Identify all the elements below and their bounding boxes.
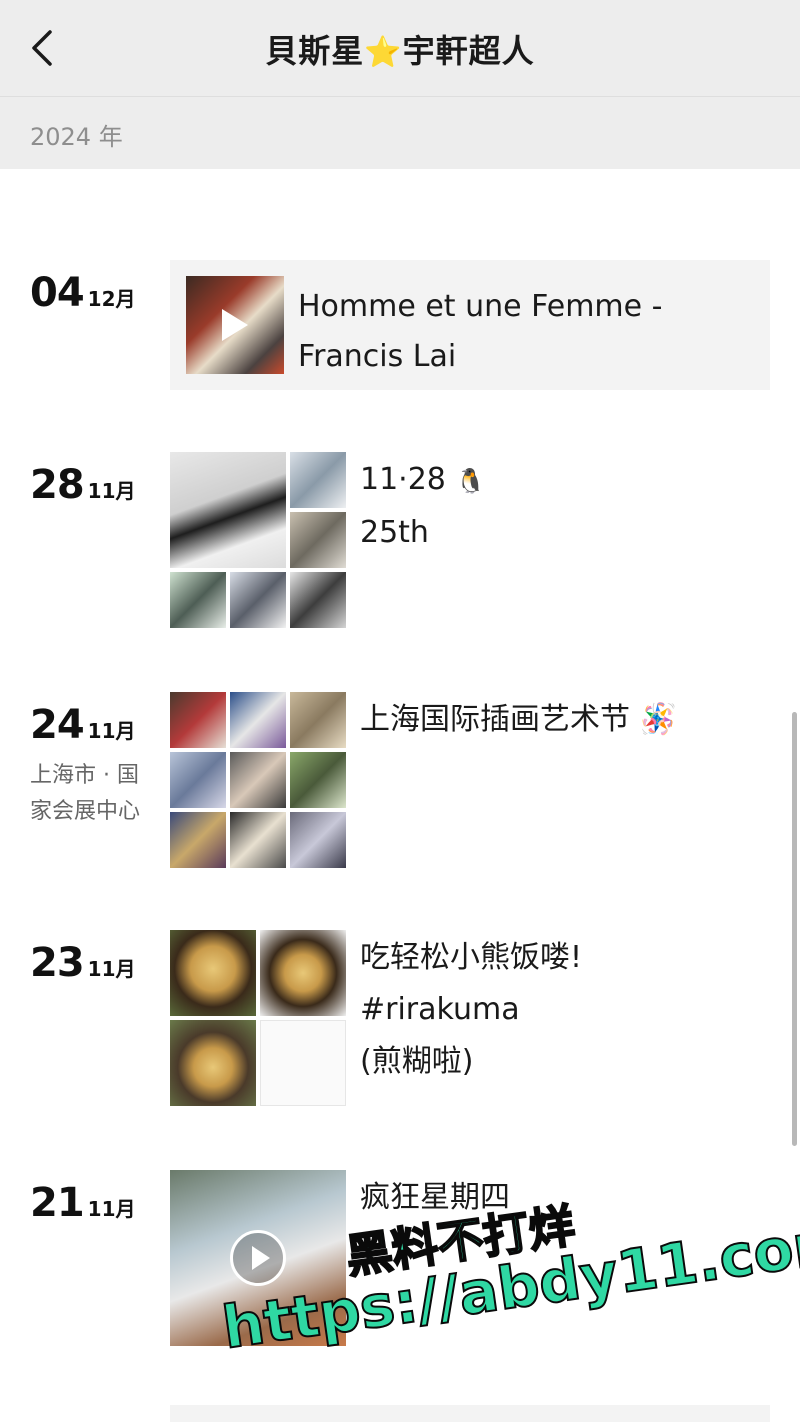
nav-header: 貝斯星⭐宇軒超人 <box>0 0 800 97</box>
scrollbar[interactable] <box>792 712 797 1146</box>
year-section-header: 2024 年 <box>0 97 800 169</box>
music-title: Homme et une Femme - Francis Lai <box>298 289 663 374</box>
post-date: 04 12月 <box>30 270 136 316</box>
post-day: 28 <box>30 462 85 508</box>
post-day: 23 <box>30 940 85 986</box>
photo-thumbnail <box>260 1020 346 1106</box>
photo-thumbnail <box>170 572 226 628</box>
post-location[interactable]: 上海市 · 国家会展中心 <box>30 758 150 830</box>
photo-thumbnail <box>170 752 226 808</box>
post-month: 11月 <box>87 479 136 503</box>
post-date: 28 11月 <box>30 462 136 508</box>
post-date: 21 11月 <box>30 1180 136 1226</box>
post-text: 上海国际插画艺术节 🪅 <box>360 694 760 746</box>
photo-grid[interactable] <box>170 930 346 1106</box>
photo-thumbnail <box>290 512 346 568</box>
post-text-line2: 25th <box>360 515 429 550</box>
photo-thumbnail <box>170 452 286 568</box>
post-text: 11·28 🐧 25th <box>360 454 760 559</box>
photo-grid[interactable] <box>170 692 346 868</box>
photo-thumbnail <box>230 752 286 808</box>
pinata-icon: 🪅 <box>639 702 677 737</box>
photo-thumbnail <box>260 930 346 1016</box>
post-month: 12月 <box>87 287 136 311</box>
page-title: 貝斯星⭐宇軒超人 <box>0 26 800 72</box>
post-date: 24 11月 <box>30 702 136 748</box>
photo-thumbnail <box>170 930 256 1016</box>
photo-thumbnail <box>230 812 286 868</box>
music-share-card[interactable]: Homme et une Femme - Francis Lai <box>170 260 770 390</box>
photo-thumbnail <box>290 692 346 748</box>
photo-thumbnail <box>230 572 286 628</box>
post-month: 11月 <box>87 719 136 743</box>
post-month: 11月 <box>87 957 136 981</box>
photo-thumbnail <box>290 452 346 508</box>
year-label: 2024 年 <box>30 123 123 151</box>
photo-thumbnail <box>230 692 286 748</box>
photo-thumbnail <box>170 692 226 748</box>
photo-thumbnail <box>290 812 346 868</box>
play-icon[interactable] <box>230 1230 286 1286</box>
star-icon: ⭐ <box>364 35 403 70</box>
photo-thumbnail <box>170 1020 256 1106</box>
post-date: 23 11月 <box>30 940 136 986</box>
post-month: 11月 <box>87 1197 136 1221</box>
post-text-line1: 上海国际插画艺术节 <box>360 702 630 737</box>
post-text: 吃轻松小熊饭喽! #rirakuma (煎糊啦) <box>360 940 583 1079</box>
photo-thumbnail <box>290 572 346 628</box>
post-day: 24 <box>30 702 85 748</box>
photo-thumbnail <box>290 752 346 808</box>
album-cover <box>186 276 284 374</box>
post-text-line1: 11·28 <box>360 462 446 497</box>
play-icon <box>222 309 248 341</box>
post-day: 21 <box>30 1180 85 1226</box>
penguin-icon: 🐧 <box>455 467 486 495</box>
title-name-part2: 宇軒超人 <box>402 32 535 70</box>
photo-grid[interactable] <box>170 452 346 628</box>
title-name-part1: 貝斯星 <box>265 32 365 70</box>
photo-thumbnail <box>170 812 226 868</box>
next-post-card[interactable] <box>170 1405 770 1422</box>
post-day: 04 <box>30 270 85 316</box>
